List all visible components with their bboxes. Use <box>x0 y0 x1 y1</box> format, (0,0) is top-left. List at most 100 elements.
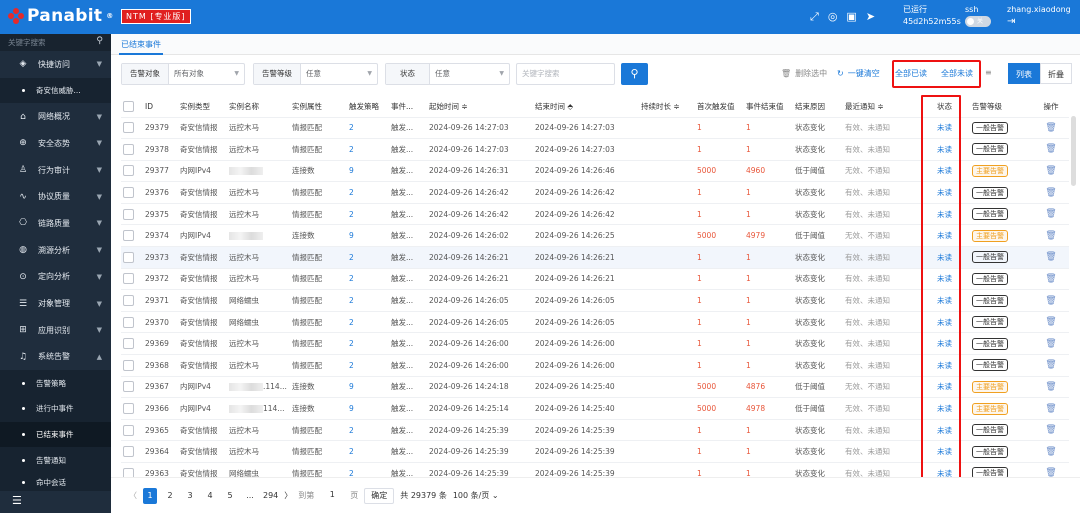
clear-all-button[interactable]: ↻ 一键清空 <box>837 68 880 79</box>
trash-icon[interactable]: 🗑 <box>1045 231 1056 241</box>
cell-trigger-policy[interactable]: 9 <box>347 397 389 420</box>
trash-icon[interactable]: 🗑 <box>1045 382 1056 392</box>
cell-trigger-policy[interactable]: 2 <box>347 268 389 291</box>
trash-icon[interactable]: 🗑 <box>1045 360 1056 370</box>
sidebar-item-alerts[interactable]: ♫ 系统告警 ▲ <box>0 344 111 371</box>
sidebar-item-protocol[interactable]: ∿ 协议质量 ▼ <box>0 183 111 210</box>
row-checkbox[interactable] <box>123 316 134 328</box>
cell-trigger-policy[interactable]: 2 <box>347 117 389 140</box>
sidebar-item-quick[interactable]: ◈ 快捷访问 ▼ <box>0 51 111 78</box>
menu-collapse-icon[interactable]: ☰ <box>12 494 22 507</box>
cell-trigger-policy[interactable]: 2 <box>347 440 389 463</box>
row-checkbox-cell[interactable] <box>121 117 143 140</box>
cell-trigger-policy[interactable]: 2 <box>347 332 389 356</box>
goto-page-input[interactable]: 1 <box>320 488 344 504</box>
table-scrollbar[interactable] <box>1071 116 1076 186</box>
page-5[interactable]: 5 <box>223 491 237 500</box>
cell-trigger-policy[interactable]: 9 <box>347 224 389 248</box>
select-all-checkbox[interactable] <box>123 100 134 112</box>
sidebar-item-trace[interactable]: ◍ 溯源分析 ▼ <box>0 237 111 264</box>
delete-selected-button[interactable]: 🗑 删除选中 <box>781 68 827 79</box>
sidebar-item-objects[interactable]: ☰ 对象管理 ▼ <box>0 290 111 317</box>
view-fold-button[interactable]: 折叠 <box>1040 63 1072 84</box>
header-start-time[interactable]: 起始时间 ≑ <box>427 96 533 118</box>
row-checkbox[interactable] <box>123 381 134 393</box>
trash-icon[interactable]: 🗑 <box>1045 339 1056 349</box>
row-checkbox[interactable] <box>123 230 134 242</box>
row-checkbox[interactable] <box>123 403 134 415</box>
view-list-button[interactable]: 列表 <box>1008 63 1040 84</box>
row-checkbox-cell[interactable] <box>121 376 143 399</box>
trash-icon[interactable]: 🗑 <box>1045 296 1056 306</box>
page-4[interactable]: 4 <box>203 491 217 500</box>
cell-trigger-policy[interactable]: 2 <box>347 138 389 161</box>
trash-icon[interactable]: 🗑 <box>1045 209 1056 219</box>
dashboard-icon[interactable]: ▣ <box>846 10 856 24</box>
page-1[interactable]: 1 <box>143 487 157 504</box>
page-last[interactable]: 294 <box>263 491 278 500</box>
page-ellipsis[interactable]: ... <box>243 491 257 500</box>
cell-trigger-policy[interactable]: 9 <box>347 376 389 399</box>
row-checkbox-cell[interactable] <box>121 397 143 420</box>
row-checkbox-cell[interactable] <box>121 419 143 442</box>
sidebar-sub-sessions[interactable]: 命中会话 <box>0 473 111 491</box>
logout-icon[interactable]: ⇥ <box>1007 16 1071 28</box>
alert-target-filter[interactable]: 告警对象 所有对象 ▼ <box>121 63 245 85</box>
row-checkbox-cell[interactable] <box>121 354 143 377</box>
cell-trigger-policy[interactable]: 9 <box>347 160 389 183</box>
sidebar-sub-qianxin[interactable]: 奇安信威胁... <box>0 77 111 104</box>
sidebar-sub-notify[interactable]: 告警通知 <box>0 447 111 473</box>
sidebar-item-network[interactable]: ⌂ 网络概况 ▼ <box>0 103 111 130</box>
trash-icon[interactable]: 🗑 <box>1045 188 1056 198</box>
trash-icon[interactable]: 🗑 <box>1045 252 1056 262</box>
trash-icon[interactable]: 🗑 <box>1045 425 1056 435</box>
trash-icon[interactable]: 🗑 <box>1045 166 1056 176</box>
cell-trigger-policy[interactable]: 2 <box>347 289 389 312</box>
cell-trigger-policy[interactable]: 2 <box>347 246 389 269</box>
row-checkbox[interactable] <box>123 295 134 307</box>
row-checkbox[interactable] <box>123 165 134 177</box>
row-checkbox[interactable] <box>123 143 134 155</box>
fullscreen-icon[interactable]: ⤢ <box>810 10 819 24</box>
sidebar-item-apps[interactable]: ⊞ 应用识别 ▼ <box>0 317 111 344</box>
sidebar-item-audit[interactable]: ♙ 行为审计 ▼ <box>0 157 111 184</box>
row-checkbox-cell[interactable] <box>121 224 143 248</box>
sidebar-sub-policy[interactable]: 告警策略 <box>0 370 111 396</box>
row-checkbox-cell[interactable] <box>121 289 143 312</box>
alert-target-select[interactable]: 所有对象 ▼ <box>169 64 244 84</box>
status-filter[interactable]: 状态 任意 ▼ <box>385 63 510 85</box>
username[interactable]: zhang.xiaodong <box>1007 4 1071 16</box>
row-checkbox[interactable] <box>123 359 134 371</box>
row-checkbox[interactable] <box>123 424 134 436</box>
alert-level-select[interactable]: 任意 ▼ <box>301 64 377 84</box>
sidebar-item-security[interactable]: ⊕ 安全态势 ▼ <box>0 130 111 157</box>
prev-page-icon[interactable]: 〈 <box>129 490 137 501</box>
alert-level-filter[interactable]: 告警等级 任意 ▼ <box>253 63 378 85</box>
row-checkbox-cell[interactable] <box>121 138 143 161</box>
row-checkbox[interactable] <box>123 187 134 199</box>
row-checkbox-cell[interactable] <box>121 160 143 183</box>
search-icon[interactable]: ⚲ <box>96 36 103 46</box>
cell-trigger-policy[interactable]: 2 <box>347 419 389 442</box>
header-checkbox[interactable] <box>121 96 143 118</box>
search-button[interactable]: ⚲ <box>621 63 648 85</box>
sidebar-item-directed[interactable]: ⊙ 定向分析 ▼ <box>0 264 111 291</box>
status-select[interactable]: 任意 ▼ <box>430 64 509 84</box>
trash-icon[interactable]: 🗑 <box>1045 144 1056 154</box>
row-checkbox[interactable] <box>123 338 134 350</box>
tab-ended-events[interactable]: 已结束事件 <box>119 34 163 55</box>
sidebar-sub-ended[interactable]: 已结束事件 <box>0 421 111 448</box>
row-checkbox[interactable] <box>123 208 134 220</box>
page-2[interactable]: 2 <box>163 491 177 500</box>
row-checkbox-cell[interactable] <box>121 181 143 204</box>
row-checkbox-cell[interactable] <box>121 203 143 226</box>
trash-icon[interactable]: 🗑 <box>1045 404 1056 414</box>
row-checkbox-cell[interactable] <box>121 311 143 334</box>
trash-icon[interactable]: 🗑 <box>1045 317 1056 327</box>
page-3[interactable]: 3 <box>183 491 197 500</box>
cell-trigger-policy[interactable]: 2 <box>347 203 389 226</box>
sidebar-search[interactable]: 关键字搜索 ⚲ <box>0 34 111 51</box>
monitor-icon[interactable]: ◎ <box>828 10 838 24</box>
row-checkbox[interactable] <box>123 446 134 458</box>
trash-icon[interactable]: 🗑 <box>1045 274 1056 284</box>
